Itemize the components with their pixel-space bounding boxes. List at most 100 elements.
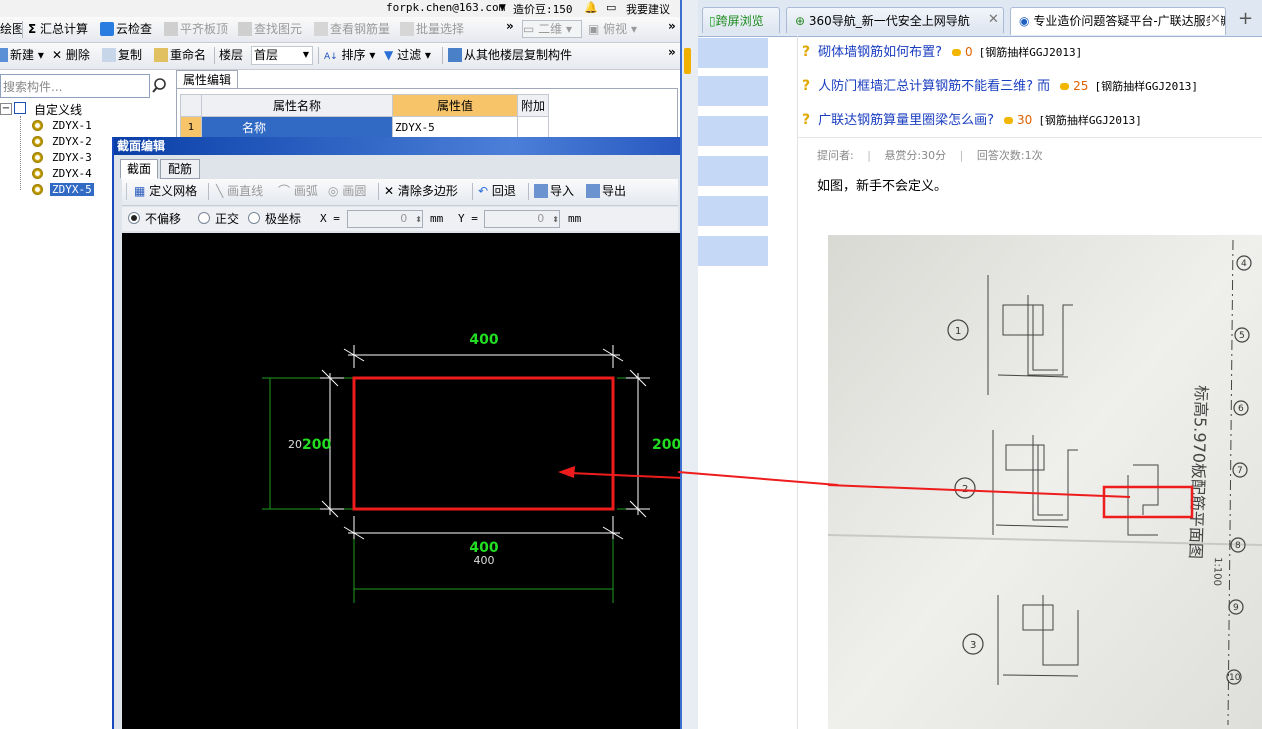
suggest-icon[interactable]: ▭ — [606, 1, 616, 14]
page-left-column — [698, 36, 768, 276]
splitter-handle[interactable] — [684, 48, 691, 74]
extra-cell[interactable] — [517, 116, 549, 139]
window-divider[interactable] — [680, 0, 698, 729]
new-button[interactable]: 新建 ▾ — [0, 47, 44, 63]
summary-button[interactable]: Σ 汇总计算 — [28, 21, 88, 37]
annotation-arrow-line — [569, 472, 680, 479]
delete-label: 删除 — [65, 48, 90, 62]
define-grid-button[interactable]: ▦ 定义网格 — [134, 183, 197, 199]
tree-root-label[interactable]: 自定义线 — [34, 101, 82, 118]
tree-item-label: ZDYX-1 — [52, 119, 92, 132]
new-icon — [0, 48, 8, 62]
list-item[interactable]: ? 广联达钢筋算量里圈梁怎么画? 30 [钢筋抽样GGJ2013] — [802, 110, 1142, 130]
collapse-toggle[interactable]: − — [0, 103, 12, 115]
question-link[interactable]: 砌体墙钢筋如何布置? — [818, 45, 942, 60]
content-divider — [797, 36, 798, 729]
cloud-check-button[interactable]: 云检查 — [100, 21, 152, 37]
property-edit-tab[interactable]: 属性编辑 — [176, 70, 238, 89]
x-coordinate-input[interactable]: 0 ⬍ — [347, 210, 423, 228]
suggest-link[interactable]: 我要建议 — [626, 1, 670, 17]
nav-block[interactable] — [698, 116, 768, 146]
close-icon[interactable]: ✕ — [988, 12, 999, 27]
more-chevron-icon[interactable]: » — [506, 19, 514, 33]
bell-icon[interactable]: 🔔 — [584, 1, 598, 14]
draw-circle-button[interactable]: ◎ 画圆 — [328, 183, 366, 199]
filter-button[interactable]: ▼ 过滤 ▾ — [384, 47, 431, 63]
list-item[interactable]: ? 人防门框墙汇总计算钢筋不能看三维? 而 25 [钢筋抽样GGJ2013] — [802, 76, 1198, 96]
cloud-check-label: 云检查 — [116, 22, 153, 36]
rename-button[interactable]: 重命名 — [154, 47, 206, 63]
question-link[interactable]: 广联达钢筋算量里圈梁怎么画? — [818, 113, 994, 128]
tree-item[interactable]: ZDYX-2 — [32, 134, 94, 149]
batch-select-label: 批量选择 — [416, 22, 465, 36]
tree-item-selected[interactable]: ZDYX-5 — [32, 182, 94, 197]
gear-icon — [32, 168, 43, 179]
tab-cross-screen[interactable]: ▯跨屏浏览 — [702, 7, 780, 33]
component-search-input[interactable]: 搜索构件... — [0, 74, 150, 98]
tab-rebar[interactable]: 配筋 — [160, 159, 200, 179]
tab-section[interactable]: 截面 — [120, 159, 158, 179]
view-rebar-button[interactable]: 查看钢筋量 — [314, 21, 390, 37]
question-photo[interactable]: 1 2 3 4 5 6 7 8 9 10 标高5.970板配筋平面图 1:100 — [828, 235, 1262, 729]
browser-tab-bar: ▯跨屏浏览 ⊕ 360导航_新一代安全上网导航 ✕ ◉ 专业造价问题答疑平台-广… — [698, 0, 1262, 37]
orthogonal-radio[interactable]: 正交 — [198, 211, 239, 227]
nav-block[interactable] — [698, 38, 768, 68]
account-email[interactable]: forpk.chen@163.com — [386, 1, 505, 14]
import-button[interactable]: 导入 — [534, 183, 574, 199]
section-rectangle[interactable] — [352, 376, 615, 511]
table-row[interactable]: 1 名称 ZDYX-5 — [180, 116, 549, 139]
no-offset-radio[interactable]: 不偏移 — [128, 211, 181, 227]
list-item[interactable]: ? 砌体墙钢筋如何布置? 0 [钢筋抽样GGJ2013] — [802, 42, 1082, 62]
draw-button[interactable]: 绘图 — [0, 21, 24, 37]
spinner-icon[interactable]: ⬍ — [552, 215, 559, 224]
tab-360-nav[interactable]: ⊕ 360导航_新一代安全上网导航 — [786, 7, 1004, 33]
col-property-name: 属性名称 — [201, 94, 393, 117]
new-tab-button[interactable]: + — [1238, 8, 1253, 29]
nav-block[interactable] — [698, 196, 768, 226]
nav-block[interactable] — [698, 76, 768, 106]
draw-line-button[interactable]: ╲ 画直线 — [216, 183, 263, 199]
rename-icon — [154, 48, 168, 62]
y-coordinate-input[interactable]: 0 ⬍ — [484, 210, 560, 228]
arc-icon: ⌒ — [278, 184, 291, 198]
floor-value: 首层 — [254, 48, 279, 62]
section-drawing-canvas[interactable]: 400 200 20 200 400 400 — [122, 233, 680, 729]
floor-select[interactable]: 首层 ▼ — [251, 46, 313, 65]
clear-polygon-button[interactable]: ✕ 清除多边形 — [384, 183, 458, 199]
account-dropdown-icon[interactable]: ▼ — [499, 3, 506, 13]
polar-radio[interactable]: 极坐标 — [248, 211, 301, 227]
nav-block[interactable] — [698, 156, 768, 186]
draw-arc-button[interactable]: ⌒ 画弧 — [278, 183, 318, 199]
close-icon[interactable]: ✕ — [1210, 12, 1221, 27]
batch-select-button[interactable]: 批量选择 — [400, 21, 464, 37]
find-element-button[interactable]: 查找图元 — [238, 21, 302, 37]
flush-slab-button[interactable]: 平齐板顶 — [164, 21, 228, 37]
component-toolbar: 新建 ▾ ✕ 删除 复制 重命名 楼层 首层 ▼ A↓ 排序 ▾ ▼ 过滤 ▾ 从… — [0, 43, 680, 70]
question-link[interactable]: 人防门框墙汇总计算钢筋不能看三维? 而 — [818, 79, 1050, 94]
copy-from-floor-button[interactable]: 从其他楼层复制构件 — [448, 47, 572, 63]
search-icon[interactable] — [147, 74, 171, 98]
copy-button[interactable]: 复制 — [102, 47, 142, 63]
view-mode-select[interactable]: ▭ 二维 ▾ — [522, 20, 582, 38]
tab-glodon-qa[interactable]: ◉ 专业造价问题答疑平台-广联达服务新干线 — [1010, 7, 1226, 35]
line-icon: ╲ — [216, 184, 224, 198]
property-value-cell[interactable]: ZDYX-5 — [392, 116, 518, 139]
nav-block[interactable] — [698, 236, 768, 266]
tree-item[interactable]: ZDYX-4 — [32, 166, 94, 181]
sort-button[interactable]: A↓ 排序 ▾ — [324, 47, 375, 63]
more-chevron-icon[interactable]: » — [668, 19, 676, 33]
copy-icon — [102, 48, 116, 62]
more-chevron-icon[interactable]: » — [668, 45, 676, 59]
tree-item[interactable]: ZDYX-1 — [32, 118, 94, 133]
dialog-title[interactable]: 截面编辑 — [114, 137, 680, 155]
export-button[interactable]: 导出 — [586, 183, 626, 199]
delete-button[interactable]: ✕ 删除 — [52, 47, 90, 63]
polar-label: 极坐标 — [265, 212, 302, 226]
globe-icon: ⊕ — [795, 14, 806, 28]
draw-arc-label: 画弧 — [293, 184, 318, 198]
view-direction-select[interactable]: ▣ 俯视 ▾ — [588, 21, 637, 37]
axis-label: 5 — [1239, 331, 1245, 341]
spinner-icon[interactable]: ⬍ — [415, 215, 422, 224]
undo-button[interactable]: ↶ 回退 — [478, 183, 516, 199]
tree-item[interactable]: ZDYX-3 — [32, 150, 94, 165]
